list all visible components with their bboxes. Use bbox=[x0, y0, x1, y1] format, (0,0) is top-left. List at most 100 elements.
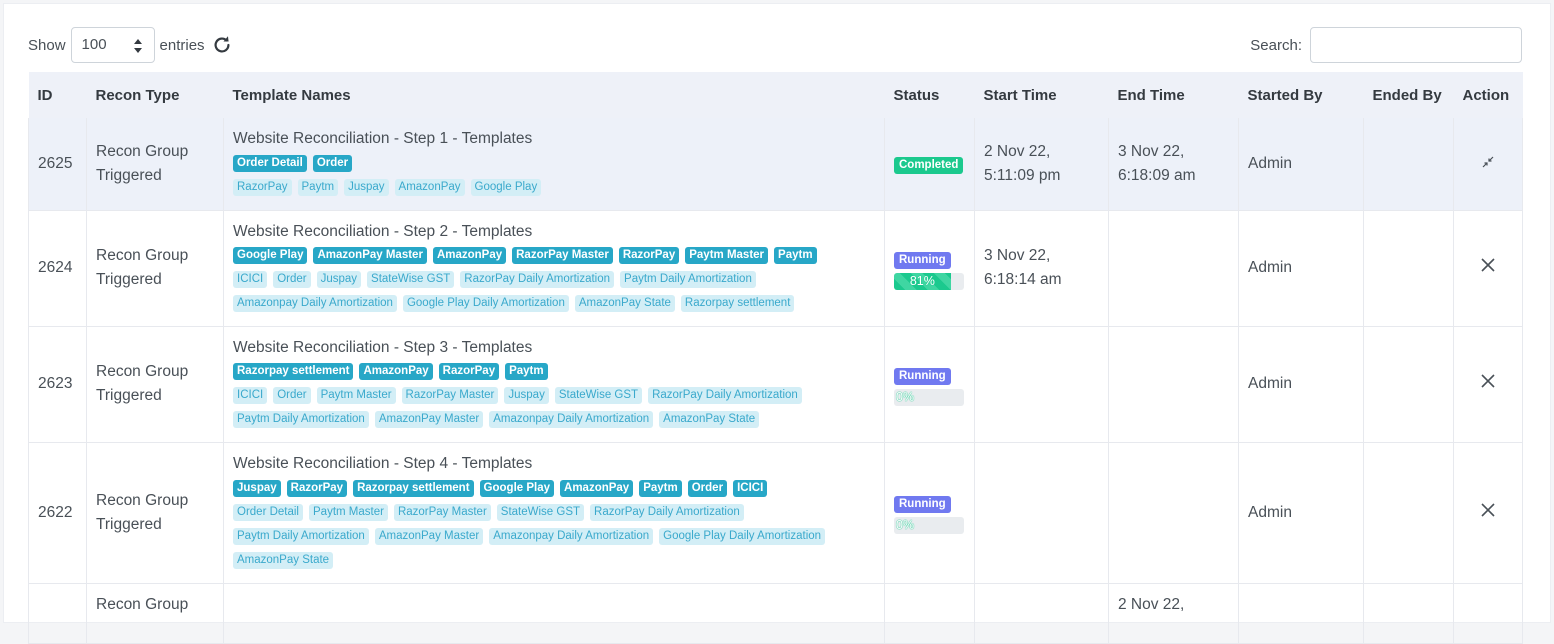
entries-label: entries bbox=[159, 36, 205, 54]
template-badges-dark: Juspay RazorPay Razorpay settlement Google … bbox=[233, 476, 875, 500]
table-header-row: ID Recon Type Template Names Status Star… bbox=[28, 72, 1523, 118]
header-recon-type[interactable]: Recon Type bbox=[86, 72, 224, 118]
header-started-by[interactable]: Started By bbox=[1238, 72, 1364, 118]
close-icon[interactable] bbox=[1481, 502, 1495, 517]
header-action: Action bbox=[1453, 72, 1523, 118]
template-badges-dark: Order Detail Order bbox=[233, 151, 875, 175]
entries-select-value: 100 bbox=[81, 36, 107, 53]
template-badge: Amazonpay Daily Amortization bbox=[489, 527, 654, 545]
template-badge: RazorPay Master bbox=[401, 387, 499, 404]
status-badge: Running bbox=[894, 496, 951, 513]
template-badge: Juspay bbox=[316, 271, 362, 288]
template-badge: StateWise GST bbox=[496, 503, 585, 521]
template-badge: AmazonPay bbox=[432, 247, 507, 264]
cell-started-by: Admin bbox=[1238, 118, 1364, 211]
template-badge: ICICI bbox=[733, 479, 768, 497]
cell-status: Running 81% bbox=[884, 210, 975, 327]
table-row: 2625 Recon Group Triggered Website Reconc… bbox=[28, 118, 1523, 211]
template-badge: Razorpay settlement bbox=[353, 479, 474, 497]
header-ended-by[interactable]: Ended By bbox=[1363, 72, 1454, 118]
template-badge: Paytm bbox=[297, 178, 339, 196]
collapse-icon[interactable] bbox=[1482, 156, 1494, 168]
end-date: 2 Nov 22, bbox=[1118, 595, 1185, 613]
entries-select[interactable]: 100 bbox=[70, 27, 155, 63]
template-badge: RazorPay Master bbox=[512, 247, 613, 264]
table-row: 2623 Recon Group Triggered Website Reconc… bbox=[28, 326, 1523, 443]
header-start-time[interactable]: Start Time bbox=[974, 72, 1109, 118]
cell-started-by: Admin bbox=[1238, 442, 1364, 584]
template-badge: Paytm bbox=[505, 363, 548, 380]
template-badge: Paytm Daily Amortization bbox=[233, 527, 369, 545]
template-badge: AmazonPay State bbox=[233, 551, 334, 569]
template-badge: Google Play Daily Amortization bbox=[402, 295, 569, 312]
template-badge: Paytm Master bbox=[316, 387, 396, 404]
template-badge: AmazonPay Master bbox=[313, 247, 427, 264]
start-time: 5:11:09 pm bbox=[984, 166, 1061, 184]
template-badge: Juspay bbox=[233, 479, 281, 497]
cell-recon-type: Recon Group Triggered bbox=[86, 442, 224, 584]
table-row: 2622 Recon Group Triggered Website Reconc… bbox=[28, 442, 1523, 584]
cell-end-time bbox=[1108, 442, 1239, 584]
status-badge: Completed bbox=[894, 156, 964, 174]
cell-id: 2625 bbox=[28, 118, 87, 211]
cell-end-time: 3 Nov 22, 6:18:09 am bbox=[1108, 118, 1239, 211]
cell-status: Completed bbox=[884, 118, 975, 211]
template-badge: StateWise GST bbox=[554, 387, 643, 404]
progress-label: 81% bbox=[909, 273, 935, 288]
close-icon[interactable] bbox=[1481, 258, 1495, 272]
cell-start-time bbox=[974, 326, 1109, 443]
cell-recon-type: Recon Group Triggered bbox=[86, 210, 224, 327]
cell-id: 2623 bbox=[28, 326, 87, 443]
cell-status: Running 0% bbox=[884, 442, 975, 584]
template-badge: AmazonPay bbox=[359, 363, 433, 380]
cell-start-time bbox=[974, 442, 1109, 584]
template-badge: AmazonPay bbox=[560, 479, 634, 497]
header-id[interactable]: ID bbox=[28, 72, 87, 118]
cell-recon-type: Recon Group bbox=[86, 583, 224, 644]
template-badge: AmazonPay Master bbox=[374, 411, 484, 428]
template-badge: Google Play bbox=[233, 247, 308, 264]
template-title: Website Reconciliation - Step 3 - Templa… bbox=[233, 338, 533, 356]
template-badges-light: RazorPay Paytm Juspay AmazonPay Google Play bbox=[233, 175, 875, 199]
template-badge: Paytm Master bbox=[309, 503, 388, 521]
header-template-names[interactable]: Template Names bbox=[223, 72, 885, 118]
progress-bar: 0% bbox=[894, 388, 964, 406]
table-body: 2625 Recon Group Triggered Website Reconc… bbox=[28, 118, 1523, 644]
cell-started-by bbox=[1238, 583, 1364, 644]
length-control: Show 100 entries bbox=[28, 27, 233, 63]
template-badges-dark: Google Play AmazonPay Master AmazonPay Razo… bbox=[233, 244, 875, 268]
cell-ended-by bbox=[1363, 118, 1454, 211]
template-badge: Order bbox=[687, 479, 728, 497]
template-badge: Order Detail bbox=[233, 503, 303, 521]
template-badge: RazorPay Daily Amortization bbox=[648, 387, 802, 404]
cell-start-time bbox=[974, 583, 1109, 644]
close-icon[interactable] bbox=[1481, 374, 1495, 388]
recon-type-line-1: Recon Group bbox=[96, 491, 189, 509]
status-badge: Running bbox=[894, 367, 951, 385]
recon-type-line-1: Recon Group bbox=[96, 142, 189, 160]
search-input[interactable] bbox=[1310, 27, 1522, 63]
cell-template-names: Website Reconciliation - Step 2 - Templa… bbox=[223, 210, 885, 327]
recon-type-line-2: Triggered bbox=[96, 515, 162, 533]
header-status[interactable]: Status bbox=[884, 72, 975, 118]
cell-ended-by bbox=[1363, 583, 1454, 644]
cell-status: Running 0% bbox=[884, 326, 975, 443]
refresh-icon[interactable] bbox=[211, 34, 233, 56]
header-end-time[interactable]: End Time bbox=[1108, 72, 1239, 118]
start-time: 6:18:14 am bbox=[984, 271, 1062, 288]
cell-status bbox=[884, 583, 975, 644]
cell-id: 2624 bbox=[28, 210, 87, 327]
template-badge: RazorPay Daily Amortization bbox=[460, 271, 615, 288]
template-badge: ICICI bbox=[233, 271, 268, 288]
recon-type-line-1: Recon Group bbox=[96, 363, 189, 380]
template-badge: Google Play bbox=[479, 479, 555, 497]
template-title: Website Reconciliation - Step 1 - Templa… bbox=[233, 130, 533, 148]
cell-started-by: Admin bbox=[1238, 210, 1364, 327]
template-badge: Paytm bbox=[774, 247, 817, 264]
status-badge: Running bbox=[894, 251, 951, 269]
sort-caret-icon bbox=[133, 39, 142, 53]
cell-ended-by bbox=[1363, 442, 1454, 584]
template-badge: StateWise GST bbox=[367, 271, 455, 288]
recon-type-line-1: Recon Group bbox=[96, 595, 189, 613]
search-label: Search: bbox=[1250, 36, 1302, 54]
